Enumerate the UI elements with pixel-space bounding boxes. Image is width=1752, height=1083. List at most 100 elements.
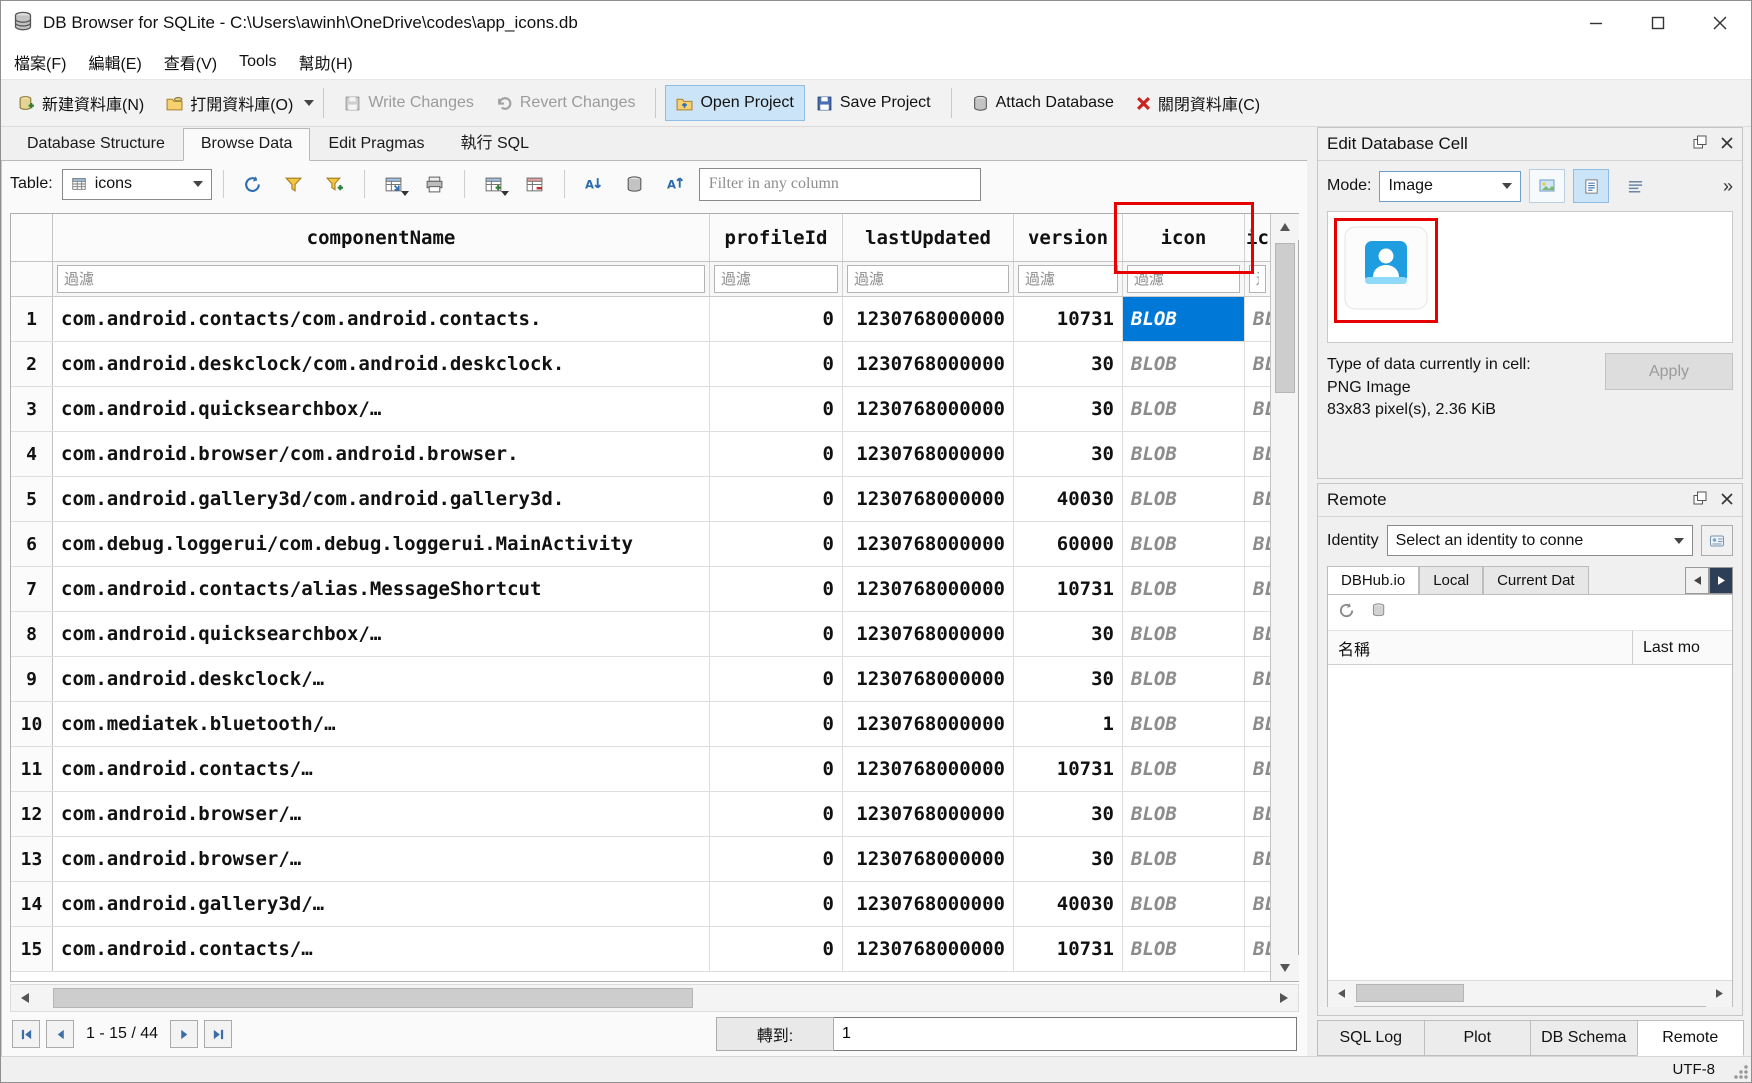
cell-extra[interactable]: BLOB <box>1245 477 1270 521</box>
cell-extra[interactable]: BLOB <box>1245 927 1270 971</box>
cell-componentName[interactable]: com.android.contacts/… <box>53 927 710 971</box>
float-panel-button[interactable] <box>1693 134 1707 154</box>
tab-sql-log[interactable]: SQL Log <box>1317 1020 1425 1056</box>
cell-componentName[interactable]: com.android.quicksearchbox/… <box>53 612 710 656</box>
cell-componentName[interactable]: com.android.quicksearchbox/… <box>53 387 710 431</box>
cell-componentName[interactable]: com.android.contacts/com.android.contact… <box>53 297 710 341</box>
table-select[interactable]: icons <box>62 169 212 200</box>
cell-icon[interactable]: BLOB <box>1123 432 1245 476</box>
text-mode-button[interactable] <box>1573 169 1609 203</box>
write-changes-button[interactable]: Write Changes <box>333 85 485 121</box>
grid-vertical-scrollbar[interactable] <box>1270 214 1298 981</box>
encoding-indicator[interactable]: UTF-8 <box>1673 1061 1716 1078</box>
import-certificate-button[interactable] <box>1701 525 1733 556</box>
remote-clone-button[interactable] <box>1371 602 1388 624</box>
cell-version[interactable]: 30 <box>1014 837 1123 881</box>
remote-refresh-button[interactable] <box>1338 602 1355 624</box>
tab-scroll-right-button[interactable] <box>1709 567 1733 594</box>
columns-button[interactable] <box>617 168 653 200</box>
cell-version[interactable]: 30 <box>1014 612 1123 656</box>
remote-tab-local[interactable]: Local <box>1419 566 1483 594</box>
filter-version[interactable] <box>1018 265 1118 293</box>
horizontal-scroll-thumb[interactable] <box>53 988 693 1008</box>
cell-profileId[interactable]: 0 <box>710 837 843 881</box>
clear-filters-button[interactable] <box>276 168 312 200</box>
tab-plot[interactable]: Plot <box>1424 1020 1532 1056</box>
column-header-profileId[interactable]: profileId <box>710 214 843 261</box>
row-number-cell[interactable]: 2 <box>11 342 53 386</box>
float-panel-button[interactable] <box>1693 490 1707 510</box>
filter-partial[interactable] <box>1249 265 1266 293</box>
row-number-cell[interactable]: 11 <box>11 747 53 791</box>
cell-icon[interactable]: BLOB <box>1123 567 1245 611</box>
cell-version[interactable]: 10731 <box>1014 927 1123 971</box>
row-number-cell[interactable]: 8 <box>11 612 53 656</box>
horizontal-scroll-thumb[interactable] <box>1356 984 1464 1002</box>
cell-icon[interactable]: BLOB <box>1123 702 1245 746</box>
cell-profileId[interactable]: 0 <box>710 567 843 611</box>
cell-profileId[interactable]: 0 <box>710 522 843 566</box>
tab-db-schema[interactable]: DB Schema <box>1530 1020 1638 1056</box>
close-button[interactable] <box>1689 1 1751 45</box>
import-data-button[interactable] <box>1529 169 1565 203</box>
tab-remote[interactable]: Remote <box>1637 1020 1745 1056</box>
cell-profileId[interactable]: 0 <box>710 477 843 521</box>
row-number-cell[interactable]: 7 <box>11 567 53 611</box>
cell-extra[interactable]: BLOB <box>1245 882 1270 926</box>
delete-record-button[interactable] <box>517 168 553 200</box>
next-page-button[interactable] <box>170 1020 198 1048</box>
row-number-cell[interactable]: 5 <box>11 477 53 521</box>
identity-select[interactable]: Select an identity to conne <box>1387 525 1693 556</box>
scroll-up-arrow[interactable] <box>1271 214 1299 240</box>
cell-lastUpdated[interactable]: 1230768000000 <box>843 342 1014 386</box>
save-filter-button[interactable] <box>317 168 353 200</box>
cell-componentName[interactable]: com.android.contacts/… <box>53 747 710 791</box>
column-header-icon[interactable]: icon <box>1123 214 1245 261</box>
sort-desc-button[interactable]: A <box>658 168 694 200</box>
scroll-left-arrow[interactable] <box>11 985 39 1011</box>
menu-file[interactable]: 檔案(F) <box>3 44 77 80</box>
toolbar-overflow-button[interactable]: » <box>1723 176 1733 197</box>
scroll-left-arrow[interactable] <box>1328 981 1354 1007</box>
cell-lastUpdated[interactable]: 1230768000000 <box>843 432 1014 476</box>
remote-horizontal-scrollbar[interactable] <box>1328 980 1732 1006</box>
filter-profileId[interactable] <box>714 265 838 293</box>
cell-icon[interactable]: BLOB <box>1123 522 1245 566</box>
global-filter-input[interactable] <box>699 168 981 201</box>
cell-version[interactable]: 30 <box>1014 387 1123 431</box>
goto-record-input[interactable] <box>834 1017 1297 1051</box>
row-number-cell[interactable]: 9 <box>11 657 53 701</box>
tab-scroll-left-button[interactable] <box>1685 567 1709 594</box>
cell-version[interactable]: 30 <box>1014 342 1123 386</box>
cell-version[interactable]: 10731 <box>1014 747 1123 791</box>
cell-version[interactable]: 10731 <box>1014 567 1123 611</box>
vertical-scroll-thumb[interactable] <box>1275 243 1295 393</box>
cell-extra[interactable]: BLOB <box>1245 612 1270 656</box>
cell-lastUpdated[interactable]: 1230768000000 <box>843 792 1014 836</box>
cell-lastUpdated[interactable]: 1230768000000 <box>843 747 1014 791</box>
remote-list-body[interactable] <box>1328 665 1732 980</box>
export-table-button[interactable] <box>376 168 412 200</box>
cell-icon[interactable]: BLOB <box>1123 882 1245 926</box>
column-header-componentName[interactable]: componentName <box>53 214 710 261</box>
menu-edit[interactable]: 編輯(E) <box>77 44 152 80</box>
cell-icon[interactable]: BLOB <box>1123 927 1245 971</box>
remote-column-last-modified[interactable]: Last mo <box>1632 631 1732 664</box>
attach-database-button[interactable]: Attach Database <box>961 85 1125 121</box>
cell-componentName[interactable]: com.android.deskclock/com.android.deskcl… <box>53 342 710 386</box>
cell-extra[interactable]: BLOB <box>1245 297 1270 341</box>
cell-componentName[interactable]: com.android.deskclock/… <box>53 657 710 701</box>
save-project-button[interactable]: Save Project <box>805 85 942 121</box>
cell-extra[interactable]: BLOB <box>1245 522 1270 566</box>
cell-icon[interactable]: BLOB <box>1123 612 1245 656</box>
cell-componentName[interactable]: com.mediatek.bluetooth/… <box>53 702 710 746</box>
last-page-button[interactable] <box>204 1020 232 1048</box>
remote-tab-current-database[interactable]: Current Dat <box>1483 566 1589 594</box>
cell-icon[interactable]: BLOB <box>1123 837 1245 881</box>
cell-lastUpdated[interactable]: 1230768000000 <box>843 882 1014 926</box>
cell-lastUpdated[interactable]: 1230768000000 <box>843 927 1014 971</box>
cell-lastUpdated[interactable]: 1230768000000 <box>843 477 1014 521</box>
cell-icon[interactable]: BLOB <box>1123 657 1245 701</box>
cell-extra[interactable]: BLOB <box>1245 387 1270 431</box>
cell-componentName[interactable]: com.android.browser/… <box>53 837 710 881</box>
